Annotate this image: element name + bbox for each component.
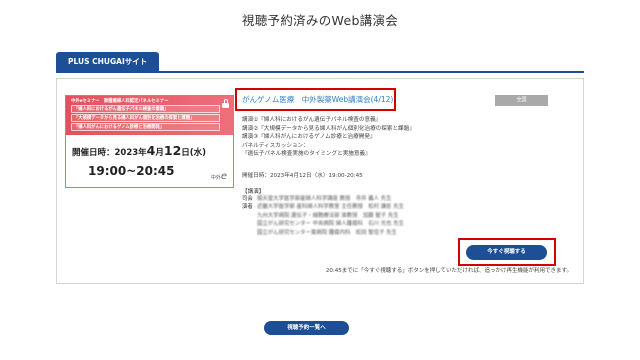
talk-line: 『遺伝子パネル検査実施のタイミングと実施意義』 [242,151,371,158]
banner-series: 中外eセミナー 肺腫瘍婦人科認定パネルセミナー [71,99,169,104]
event-title-link[interactable]: がんゲノム医療 中外製薬Web講演会(4/12) [242,94,393,105]
speaker-row: 九州大学病院 遺伝子・細胞療法部 准教授 加藤 聖子 先生 [242,212,404,220]
event-banner-image[interactable]: 中外eセミナー 肺腫瘍婦人科認定パネルセミナー 「婦人科におけるがん遺伝子パネル… [65,95,234,188]
speaker-name: 国立がん研究センター東病院 腫瘍内科 松田 智佳子 先生 [257,229,397,236]
speaker-name: 九州大学病院 遺伝子・細胞療法部 准教授 加藤 聖子 先生 [257,212,399,219]
reservation-list-button[interactable]: 視聴予約一覧へ [264,321,349,335]
banner-date: 開催日時：2023年4月12日(水) [72,143,206,158]
page-title: 視聴予約済みのWeb講演会 [241,13,399,28]
banner-date-month-unit: 月 [155,148,164,158]
speaker-row: 司会 順天堂大学医学部産婦人科学講座 教授 寺井 義人 先生 [242,195,404,203]
watch-now-button[interactable]: 今すぐ視聴する [466,245,547,260]
speaker-row: 演者 近畿大学医学部 産科婦人科学教室 主任教授 松村 謙臣 先生 [242,203,404,211]
banner-topics: 「婦人科におけるがん遺伝子パネル検査の意義」 「大規模データから見る婦人科がん個… [69,105,230,131]
speaker-role: 演者 [242,204,253,211]
banner-topic: 「大規模データから見る婦人科がん個別化治療の探索と課題」 [71,114,220,122]
event-description: 講演①『婦人科におけるがん遺伝子パネル検査の意義』 講演②『大規模データから見る… [242,116,415,159]
event-card: 中外eセミナー 肺腫瘍婦人科認定パネルセミナー 「婦人科におけるがん遺伝子パネル… [56,78,584,284]
speaker-name: 国立がん研究センター 中央病院 婦人腫瘍科 石川 光也 先生 [257,221,405,228]
tab-underline [56,71,584,73]
catch-up-note: 20:45までに「今すぐ視聴する」ボタンを押していただければ、追っかけ再生機能が… [325,268,572,274]
event-datetime: 開催日時：2023年4月12日（水）19:00-20:45 [242,173,363,179]
speakers-heading: 【講演】 [242,189,265,195]
speaker-role: 司会 [242,196,253,202]
tab-plus-chugai[interactable]: PLUS CHUGAIサイト [56,52,160,72]
speaker-row: 国立がん研究センター東病院 腫瘍内科 松田 智佳子 先生 [242,229,404,237]
region-badge: 全国 [495,95,548,106]
talk-line: 講演①『婦人科におけるがん遺伝子パネル検査の意義』 [242,117,382,123]
chugai-e-logo: 中外e [211,171,227,182]
logo-mark: e [220,171,227,182]
speaker-name: 順天堂大学医学部産婦人科学講座 教授 寺井 義人 先生 [257,196,392,202]
banner-topic: 「婦人科におけるがん遺伝子パネル検査の意義」 [71,105,220,113]
lock-icon [222,99,229,108]
banner-time: 19:00~20:45 [88,164,175,178]
logo-text: 中外 [210,175,221,181]
banner-topic: 「婦人科がんにおけるゲノム診療と治療開発」 [71,123,220,131]
banner-date-weekday: 日(水) [181,148,207,158]
talk-line: 講演②『大規模データから見る婦人科がん個別化治療の探索と課題』 [242,125,415,132]
banner-header: 中外eセミナー 肺腫瘍婦人科認定パネルセミナー 「婦人科におけるがん遺伝子パネル… [66,96,233,135]
speaker-row: 国立がん研究センター 中央病院 婦人腫瘍科 石川 光也 先生 [242,220,404,228]
banner-date-prefix: 開催日時：2023年 [72,148,147,158]
banner-date-day: 12 [163,143,182,158]
speaker-name: 近畿大学医学部 産科婦人科学教室 主任教授 松村 謙臣 先生 [257,204,405,211]
talk-line: パネルディスカッション： [242,142,309,149]
speakers-list: 司会 順天堂大学医学部産婦人科学講座 教授 寺井 義人 先生 演者 近畿大学医学部 … [242,195,404,237]
talk-line: 講演③『婦人科がんにおけるゲノム診療と治療開発』 [242,134,376,141]
